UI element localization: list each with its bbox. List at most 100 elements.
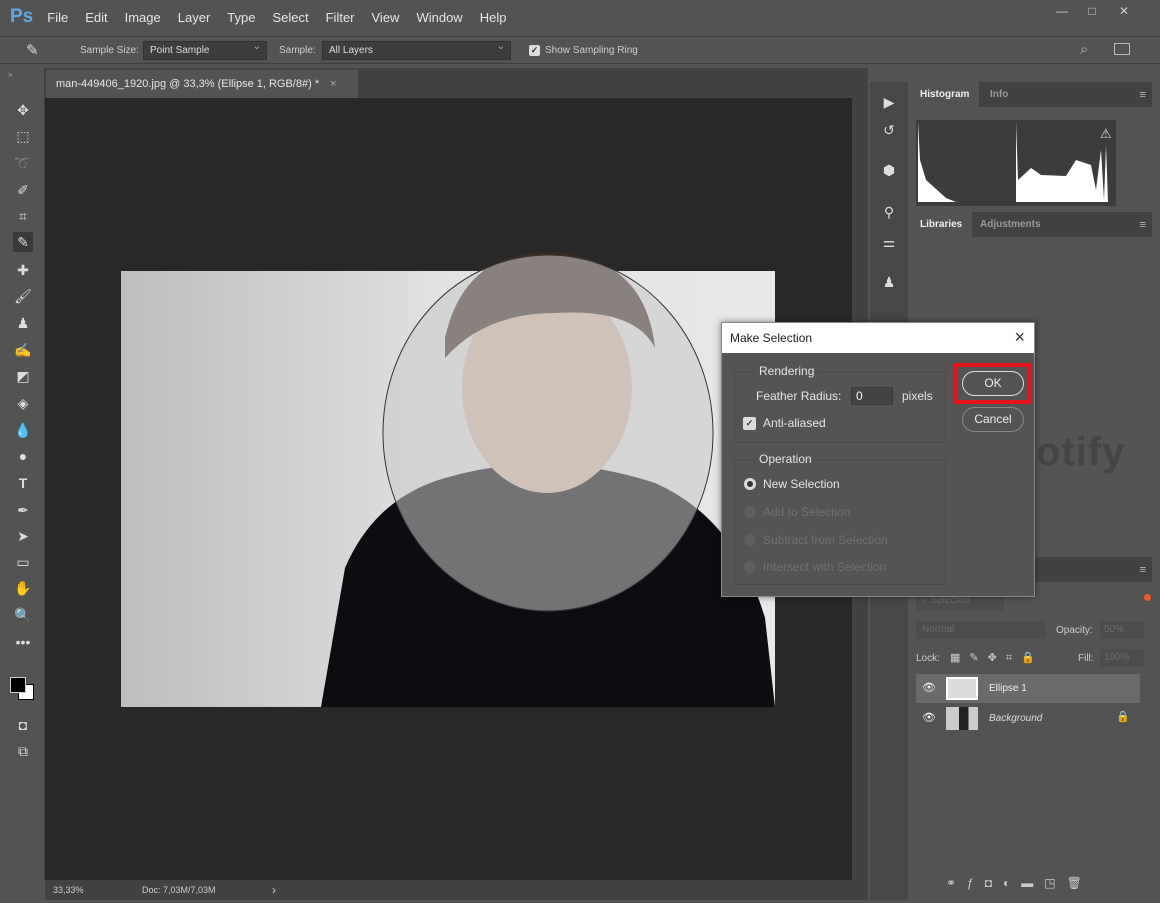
- crop-tool-icon[interactable]: ⌗: [13, 206, 33, 226]
- visibility-eye-icon[interactable]: 👁: [922, 681, 936, 694]
- lock-icon: 🔒: [1116, 711, 1130, 723]
- feather-radius-input[interactable]: 0: [851, 387, 893, 405]
- anti-aliased-checkbox[interactable]: ✓: [743, 417, 756, 430]
- layer-row-background[interactable]: 👁 Background 🔒: [916, 704, 1140, 733]
- panel-menu-icon[interactable]: ≡: [1140, 89, 1146, 101]
- clone-source-icon[interactable]: ♟: [878, 274, 900, 296]
- hand-tool-icon[interactable]: ✋: [13, 578, 33, 598]
- new-selection-radio[interactable]: [744, 478, 756, 490]
- histogram-panel-tabs: Histogram Info ≡: [910, 82, 1152, 107]
- lasso-tool-icon[interactable]: ➰: [13, 153, 33, 173]
- eraser-tool-icon[interactable]: ◩: [13, 366, 33, 386]
- paint-bucket-tool-icon[interactable]: ◈: [13, 393, 33, 413]
- menu-help[interactable]: Help: [480, 10, 507, 25]
- minimize-button[interactable]: —: [1052, 4, 1072, 18]
- quick-selection-tool-icon[interactable]: ✐: [13, 180, 33, 200]
- status-bar: 33,33% Doc: 7,03M/7,03M ›: [45, 880, 868, 900]
- tab-adjustments[interactable]: Adjustments: [970, 212, 1051, 237]
- pen-tool-icon[interactable]: ✒: [13, 500, 33, 520]
- new-selection-label[interactable]: New Selection: [763, 477, 840, 491]
- sample-select[interactable]: All Layers: [322, 41, 511, 60]
- 3d-icon[interactable]: ⬢: [878, 162, 900, 184]
- menu-type[interactable]: Type: [227, 10, 255, 25]
- eyedropper-tool-preset-icon[interactable]: ✎: [26, 41, 39, 59]
- zoom-level[interactable]: 33,33%: [53, 885, 84, 895]
- menu-edit[interactable]: Edit: [85, 10, 107, 25]
- screen-mode-icon[interactable]: ⧉: [13, 741, 33, 761]
- eyedropper-tool-icon[interactable]: ✎: [13, 232, 33, 252]
- healing-tool-icon[interactable]: ✚: [13, 260, 33, 280]
- blur-tool-icon[interactable]: 💧: [13, 420, 33, 440]
- histogram-graph: ⚠: [916, 120, 1116, 206]
- tab-libraries[interactable]: Libraries: [910, 212, 973, 237]
- type-tool-icon[interactable]: T: [13, 473, 33, 493]
- status-menu-arrow[interactable]: ›: [272, 883, 276, 897]
- operation-title: Operation: [755, 452, 816, 466]
- opacity-field[interactable]: 50%: [1100, 621, 1144, 639]
- menu-view[interactable]: View: [372, 10, 400, 25]
- search-icon[interactable]: ⌕: [1080, 41, 1088, 58]
- close-window-button[interactable]: ✕: [1114, 4, 1134, 18]
- add-to-selection-radio: [744, 506, 756, 518]
- layer-name[interactable]: Background: [989, 713, 1042, 724]
- tab-info[interactable]: Info: [980, 82, 1018, 107]
- stamp-tool-icon[interactable]: ♟: [13, 313, 33, 333]
- quick-mask-icon[interactable]: ◘: [13, 715, 33, 735]
- menu-layer[interactable]: Layer: [178, 10, 211, 25]
- ok-button[interactable]: OK: [962, 371, 1024, 396]
- workspace-icon[interactable]: [1114, 43, 1130, 55]
- layer-name[interactable]: Ellipse 1: [989, 683, 1027, 694]
- collapse-icon[interactable]: »: [8, 70, 12, 79]
- history-brush-tool-icon[interactable]: ✍: [13, 340, 33, 360]
- dodge-tool-icon[interactable]: ●: [13, 446, 33, 466]
- rendering-title: Rendering: [755, 364, 819, 378]
- filter-toggle-indicator[interactable]: [1144, 594, 1151, 601]
- show-sampling-ring-checkbox[interactable]: ✓: [529, 45, 540, 56]
- maximize-button[interactable]: □: [1082, 4, 1102, 18]
- menu-window[interactable]: Window: [416, 10, 462, 25]
- visibility-eye-icon[interactable]: 👁: [922, 711, 936, 724]
- document-tab[interactable]: man-449406_1920.jpg @ 33,3% (Ellipse 1, …: [46, 70, 358, 98]
- panel-menu-icon[interactable]: ≡: [1140, 219, 1146, 231]
- fill-label: Fill:: [1078, 653, 1094, 664]
- path-selection-tool-icon[interactable]: ➤: [13, 526, 33, 546]
- lock-icons[interactable]: ▦✎✥⌗🔒: [950, 651, 1044, 665]
- options-bar: ✎ Sample Size: Point Sample Sample: All …: [0, 36, 1160, 64]
- dialog-close-icon[interactable]: ×: [1014, 327, 1025, 348]
- menu-filter[interactable]: Filter: [326, 10, 355, 25]
- operation-group: Operation New Selection Add to Selection…: [734, 452, 946, 585]
- document-title: man-449406_1920.jpg @ 33,3% (Ellipse 1, …: [56, 78, 320, 90]
- close-tab-icon[interactable]: ×: [330, 78, 336, 90]
- more-tools-icon[interactable]: •••: [13, 632, 33, 652]
- zoom-tool-icon[interactable]: 🔍: [13, 605, 33, 625]
- brushes-icon[interactable]: ⚲: [878, 204, 900, 226]
- foreground-color-swatch[interactable]: [10, 677, 26, 693]
- opacity-label: Opacity:: [1056, 625, 1093, 636]
- rectangle-tool-icon[interactable]: ▭: [13, 552, 33, 572]
- menu-select[interactable]: Select: [272, 10, 308, 25]
- history-icon[interactable]: ↺: [878, 122, 900, 144]
- menu-image[interactable]: Image: [125, 10, 161, 25]
- tab-histogram[interactable]: Histogram: [910, 82, 980, 107]
- anti-aliased-label[interactable]: Anti-aliased: [763, 416, 826, 430]
- panel-menu-icon[interactable]: ≡: [1140, 564, 1146, 576]
- dialog-title-bar: Make Selection ×: [722, 323, 1034, 353]
- dialog-title: Make Selection: [730, 331, 813, 345]
- cancel-button[interactable]: Cancel: [962, 407, 1024, 432]
- brush-settings-icon[interactable]: ⚌: [878, 234, 900, 256]
- move-tool-icon[interactable]: ✥: [13, 100, 33, 120]
- layer-thumbnail: [946, 677, 978, 700]
- blend-mode-select[interactable]: Normal: [916, 621, 1046, 639]
- sample-size-select[interactable]: Point Sample: [143, 41, 267, 60]
- actions-play-icon[interactable]: ▶: [878, 94, 900, 116]
- menu-bar: Ps File Edit Image Layer Type Select Fil…: [0, 0, 1160, 34]
- brush-tool-icon[interactable]: 🖌: [13, 286, 33, 306]
- marquee-tool-icon[interactable]: ⬚: [13, 126, 33, 146]
- show-sampling-ring-label: Show Sampling Ring: [545, 45, 638, 56]
- layers-footer-icons[interactable]: ⚭ƒ◘◐▬◳🗑: [946, 876, 1093, 890]
- layer-row-ellipse-1[interactable]: 👁 Ellipse 1: [916, 674, 1140, 703]
- subtract-from-selection-radio: [744, 534, 756, 546]
- menu-file[interactable]: File: [47, 10, 68, 25]
- sample-size-label: Sample Size:: [80, 45, 139, 56]
- fill-field[interactable]: 100%: [1100, 649, 1144, 667]
